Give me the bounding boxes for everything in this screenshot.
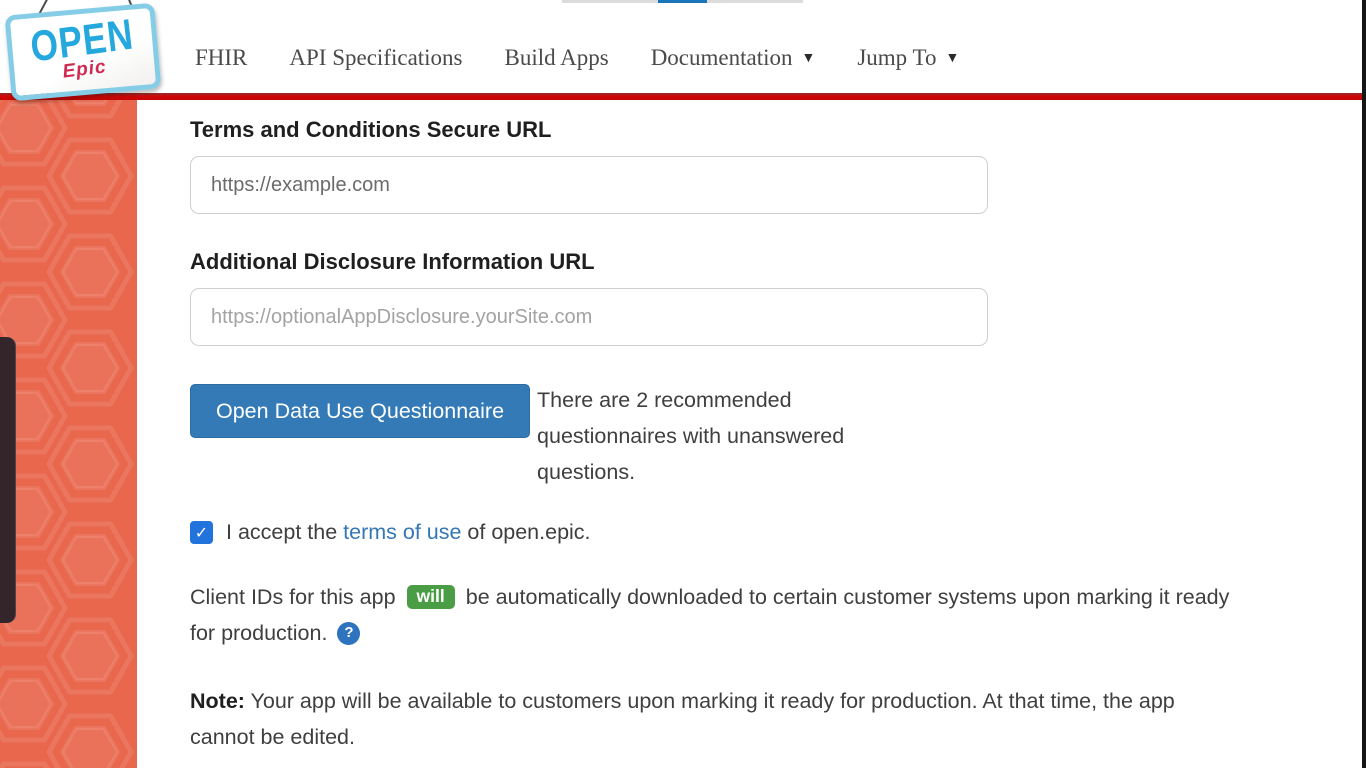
terms-text-pre: I accept the bbox=[226, 520, 343, 544]
note-label: Note: bbox=[190, 689, 245, 713]
client-ids-post: be automatically downloaded to certain c… bbox=[466, 579, 1230, 615]
nav-label: FHIR bbox=[195, 45, 247, 71]
help-question-icon[interactable]: ? bbox=[337, 622, 360, 645]
nav-item-documentation[interactable]: Documentation ▼ bbox=[651, 45, 816, 71]
hexagon-sidebar bbox=[0, 100, 137, 768]
client-ids-line1: Client IDs for this app will be automati… bbox=[190, 579, 1366, 615]
disclosure-url-input[interactable] bbox=[190, 288, 988, 346]
site-header: OPEN Epic FHIR API Specifications Build … bbox=[0, 0, 1366, 93]
logo-epic-text: Epic bbox=[61, 57, 107, 84]
hexagon-pattern bbox=[0, 100, 137, 768]
client-ids-line2: for production. ? bbox=[190, 615, 1366, 651]
main-nav: FHIR API Specifications Build Apps Docum… bbox=[195, 0, 959, 93]
page-body: Terms and Conditions Secure URL Addition… bbox=[0, 100, 1366, 768]
brand-red-divider bbox=[0, 93, 1366, 100]
nav-label: Documentation bbox=[651, 45, 793, 71]
terms-of-use-link[interactable]: terms of use bbox=[343, 520, 461, 544]
nav-label: API Specifications bbox=[289, 45, 462, 71]
questionnaire-row: Open Data Use Questionnaire There are 2 … bbox=[190, 384, 1366, 490]
terms-acceptance-row: ✓ I accept the terms of use of open.epic… bbox=[190, 520, 1366, 545]
nav-label: Build Apps bbox=[505, 45, 609, 71]
terms-text: I accept the terms of use of open.epic. bbox=[226, 520, 591, 545]
nav-item-api-specifications[interactable]: API Specifications bbox=[289, 45, 462, 71]
nav-label: Jump To bbox=[857, 45, 936, 71]
video-progress-fill bbox=[658, 0, 707, 3]
note-line2: cannot be edited. bbox=[190, 719, 1366, 755]
client-ids-line2-text: for production. bbox=[190, 615, 327, 651]
nav-item-build-apps[interactable]: Build Apps bbox=[505, 45, 609, 71]
terms-text-post: of open.epic. bbox=[461, 520, 590, 544]
note-paragraph: Note: Your app will be available to cust… bbox=[190, 683, 1366, 755]
open-epic-sign: OPEN Epic bbox=[5, 3, 162, 102]
open-questionnaire-button[interactable]: Open Data Use Questionnaire bbox=[190, 384, 530, 438]
app-form: Terms and Conditions Secure URL Addition… bbox=[137, 100, 1366, 768]
nav-item-fhir[interactable]: FHIR bbox=[195, 45, 247, 71]
note-line1-text: Your app will be available to customers … bbox=[245, 689, 1175, 713]
nav-item-jump-to[interactable]: Jump To ▼ bbox=[857, 45, 959, 71]
terms-checkbox[interactable]: ✓ bbox=[190, 521, 213, 544]
chevron-down-icon: ▼ bbox=[801, 49, 815, 66]
open-epic-logo[interactable]: OPEN Epic bbox=[6, 0, 166, 100]
side-drawer-handle[interactable] bbox=[0, 337, 16, 623]
window-edge-strip bbox=[1362, 0, 1366, 768]
client-ids-paragraph: Client IDs for this app will be automati… bbox=[190, 579, 1366, 651]
terms-secure-url-input[interactable] bbox=[190, 156, 988, 214]
field-label-terms-url: Terms and Conditions Secure URL bbox=[190, 116, 1366, 144]
field-label-disclosure-url: Additional Disclosure Information URL bbox=[190, 248, 1366, 276]
note-line1: Note: Your app will be available to cust… bbox=[190, 683, 1366, 719]
questionnaire-status-text: There are 2 recommended questionnaires w… bbox=[537, 382, 882, 490]
will-badge: will bbox=[407, 585, 455, 610]
chevron-down-icon: ▼ bbox=[945, 49, 959, 66]
client-ids-pre: Client IDs for this app bbox=[190, 579, 396, 615]
video-progress-bar[interactable] bbox=[562, 0, 803, 3]
